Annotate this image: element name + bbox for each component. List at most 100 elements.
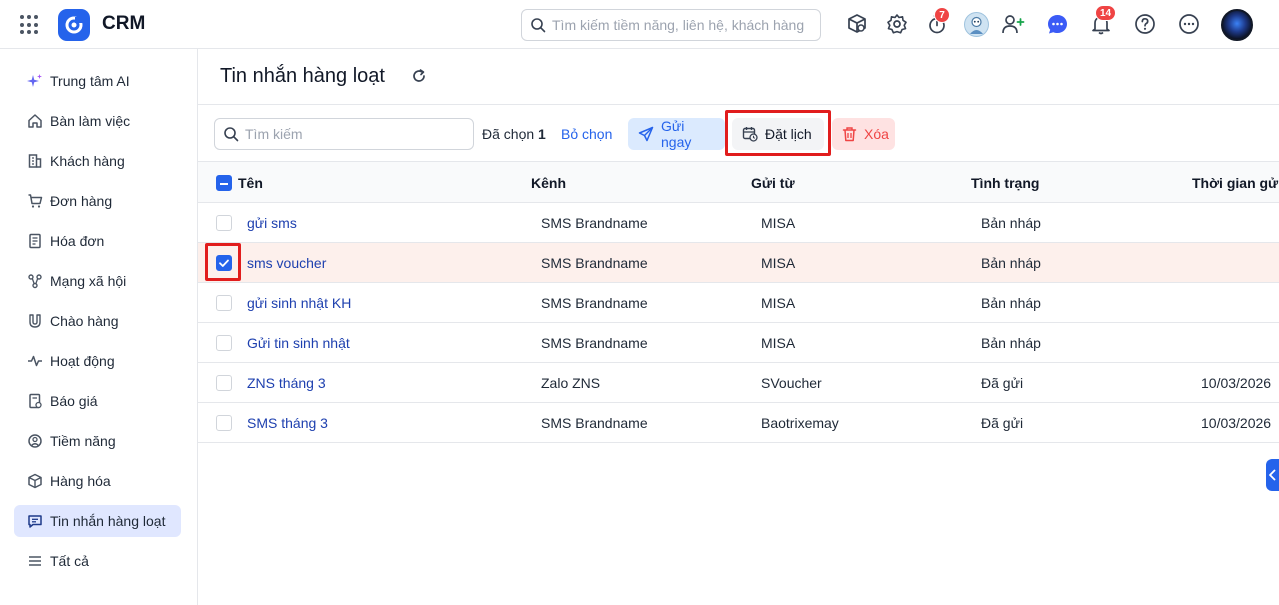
row-checkbox[interactable] xyxy=(216,375,232,391)
sender-cell: SVoucher xyxy=(761,375,822,391)
delete-label: Xóa xyxy=(864,126,889,142)
campaign-name-link[interactable]: SMS tháng 3 xyxy=(247,415,328,431)
invoice-icon xyxy=(26,232,44,250)
bot-avatar-icon[interactable] xyxy=(964,12,989,37)
column-name-header[interactable]: Tên xyxy=(238,175,263,191)
activity-icon xyxy=(26,352,44,370)
send-icon xyxy=(638,126,654,142)
campaign-name-link[interactable]: ZNS tháng 3 xyxy=(247,375,326,391)
selected-count: Đã chọn 1 xyxy=(482,126,546,142)
global-search[interactable] xyxy=(521,9,821,41)
sparkle-icon xyxy=(26,72,44,90)
sidebar-item-bulk-messages[interactable]: Tin nhắn hàng loạt xyxy=(14,505,181,537)
target-icon xyxy=(26,432,44,450)
sidebar-item-customers[interactable]: Khách hàng xyxy=(14,145,181,177)
channel-cell: SMS Brandname xyxy=(541,415,648,431)
table-row[interactable]: sms voucher SMS Brandname MISA Bản nháp xyxy=(198,243,1279,283)
sidebar-item-orders[interactable]: Đơn hàng xyxy=(14,185,181,217)
delete-button[interactable]: Xóa xyxy=(832,118,895,150)
user-avatar[interactable] xyxy=(1221,9,1253,41)
table-row[interactable]: Gửi tin sinh nhật SMS Brandname MISA Bản… xyxy=(198,323,1279,363)
calendar-clock-icon xyxy=(742,126,758,142)
campaign-name-link[interactable]: gửi sms xyxy=(247,215,297,231)
row-checkbox[interactable] xyxy=(216,215,232,231)
channel-cell: SMS Brandname xyxy=(541,255,648,271)
share-icon xyxy=(26,272,44,290)
crm-logo[interactable] xyxy=(58,9,90,41)
sidebar-item-label: Chào hàng xyxy=(50,313,119,329)
package-icon[interactable] xyxy=(845,12,869,36)
sidebar-item-label: Hoạt động xyxy=(50,353,115,369)
sidebar-item-ai-center[interactable]: Trung tâm AI xyxy=(14,65,181,97)
sidebar-item-all[interactable]: Tất cả xyxy=(14,545,181,577)
chevron-left-icon xyxy=(1269,469,1276,481)
sidebar-item-label: Trung tâm AI xyxy=(50,73,130,89)
sender-cell: Baotrixemay xyxy=(761,415,839,431)
row-checkbox[interactable] xyxy=(216,415,232,431)
sidebar-item-label: Tất cả xyxy=(50,553,89,569)
campaign-name-link[interactable]: Gửi tin sinh nhật xyxy=(247,335,350,351)
chat-icon[interactable] xyxy=(1045,12,1069,36)
select-all-checkbox[interactable] xyxy=(216,175,232,191)
add-user-icon[interactable] xyxy=(1001,12,1025,36)
send-now-label: Gửi ngay xyxy=(661,118,692,150)
sidebar-item-leads[interactable]: Tiềm năng xyxy=(14,425,181,457)
sidebar-item-invoices[interactable]: Hóa đơn xyxy=(14,225,181,257)
cart-icon xyxy=(26,192,44,210)
status-cell: Bản nháp xyxy=(981,215,1041,231)
sidebar-item-label: Tin nhắn hàng loạt xyxy=(50,513,166,529)
deselect-link[interactable]: Bỏ chọn xyxy=(561,126,612,142)
refresh-icon[interactable] xyxy=(411,68,429,86)
sender-cell: MISA xyxy=(761,295,796,311)
sidebar-item-products[interactable]: Hàng hóa xyxy=(14,465,181,497)
campaign-name-link[interactable]: gửi sinh nhật KH xyxy=(247,295,351,311)
gear-icon[interactable] xyxy=(885,12,909,36)
row-checkbox[interactable] xyxy=(216,255,232,271)
column-sender-header[interactable]: Gửi từ xyxy=(751,175,795,191)
sidebar-item-activities[interactable]: Hoạt động xyxy=(14,345,181,377)
top-bar: CRM 7 14 xyxy=(0,0,1279,49)
home-icon xyxy=(26,112,44,130)
schedule-button[interactable]: Đặt lịch xyxy=(732,118,824,150)
apps-grid-icon[interactable] xyxy=(20,15,40,35)
sidebar-item-social[interactable]: Mạng xã hội xyxy=(14,265,181,297)
more-icon[interactable] xyxy=(1177,12,1201,36)
table-row[interactable]: gửi sinh nhật KH SMS Brandname MISA Bản … xyxy=(198,283,1279,323)
box-icon xyxy=(26,472,44,490)
magnet-icon xyxy=(26,312,44,330)
sidebar-item-label: Hàng hóa xyxy=(50,473,111,489)
status-cell: Bản nháp xyxy=(981,255,1041,271)
collapse-panel-button[interactable] xyxy=(1266,459,1279,491)
sidebar-item-offers[interactable]: Chào hàng xyxy=(14,305,181,337)
notification-badge: 14 xyxy=(1095,5,1117,21)
help-icon[interactable] xyxy=(1133,12,1157,36)
campaign-name-link[interactable]: sms voucher xyxy=(247,255,326,271)
row-checkbox[interactable] xyxy=(216,335,232,351)
list-search[interactable] xyxy=(214,118,474,150)
sent-time-cell: 10/03/2026 xyxy=(1201,375,1272,391)
sender-cell: MISA xyxy=(761,255,796,271)
sidebar-item-label: Khách hàng xyxy=(50,153,125,169)
sidebar: Trung tâm AI Bàn làm việc Khách hàng Đơn… xyxy=(0,49,198,605)
list-search-input[interactable] xyxy=(245,126,465,142)
message-icon xyxy=(26,512,44,530)
building-icon xyxy=(26,152,44,170)
sidebar-item-quotes[interactable]: Báo giá xyxy=(14,385,181,417)
status-cell: Đã gửi xyxy=(981,415,1024,431)
table-row[interactable]: gửi sms SMS Brandname MISA Bản nháp xyxy=(198,203,1279,243)
send-now-button[interactable]: Gửi ngay xyxy=(628,118,725,150)
quote-icon xyxy=(26,392,44,410)
column-channel-header[interactable]: Kênh xyxy=(531,175,566,191)
sidebar-item-workspace[interactable]: Bàn làm việc xyxy=(14,105,181,137)
table-row[interactable]: ZNS tháng 3 Zalo ZNS SVoucher Đã gửi 10/… xyxy=(198,363,1279,403)
menu-icon xyxy=(26,552,44,570)
schedule-label: Đặt lịch xyxy=(765,126,812,142)
row-checkbox[interactable] xyxy=(216,295,232,311)
global-search-input[interactable] xyxy=(552,17,812,33)
table-row[interactable]: SMS tháng 3 SMS Brandname Baotrixemay Đã… xyxy=(198,403,1279,443)
sidebar-item-label: Báo giá xyxy=(50,393,98,409)
column-sent-time-header[interactable]: Thời gian gửi xyxy=(1192,175,1279,191)
channel-cell: SMS Brandname xyxy=(541,215,648,231)
search-icon xyxy=(531,18,546,33)
column-status-header[interactable]: Tình trạng xyxy=(971,175,1039,191)
